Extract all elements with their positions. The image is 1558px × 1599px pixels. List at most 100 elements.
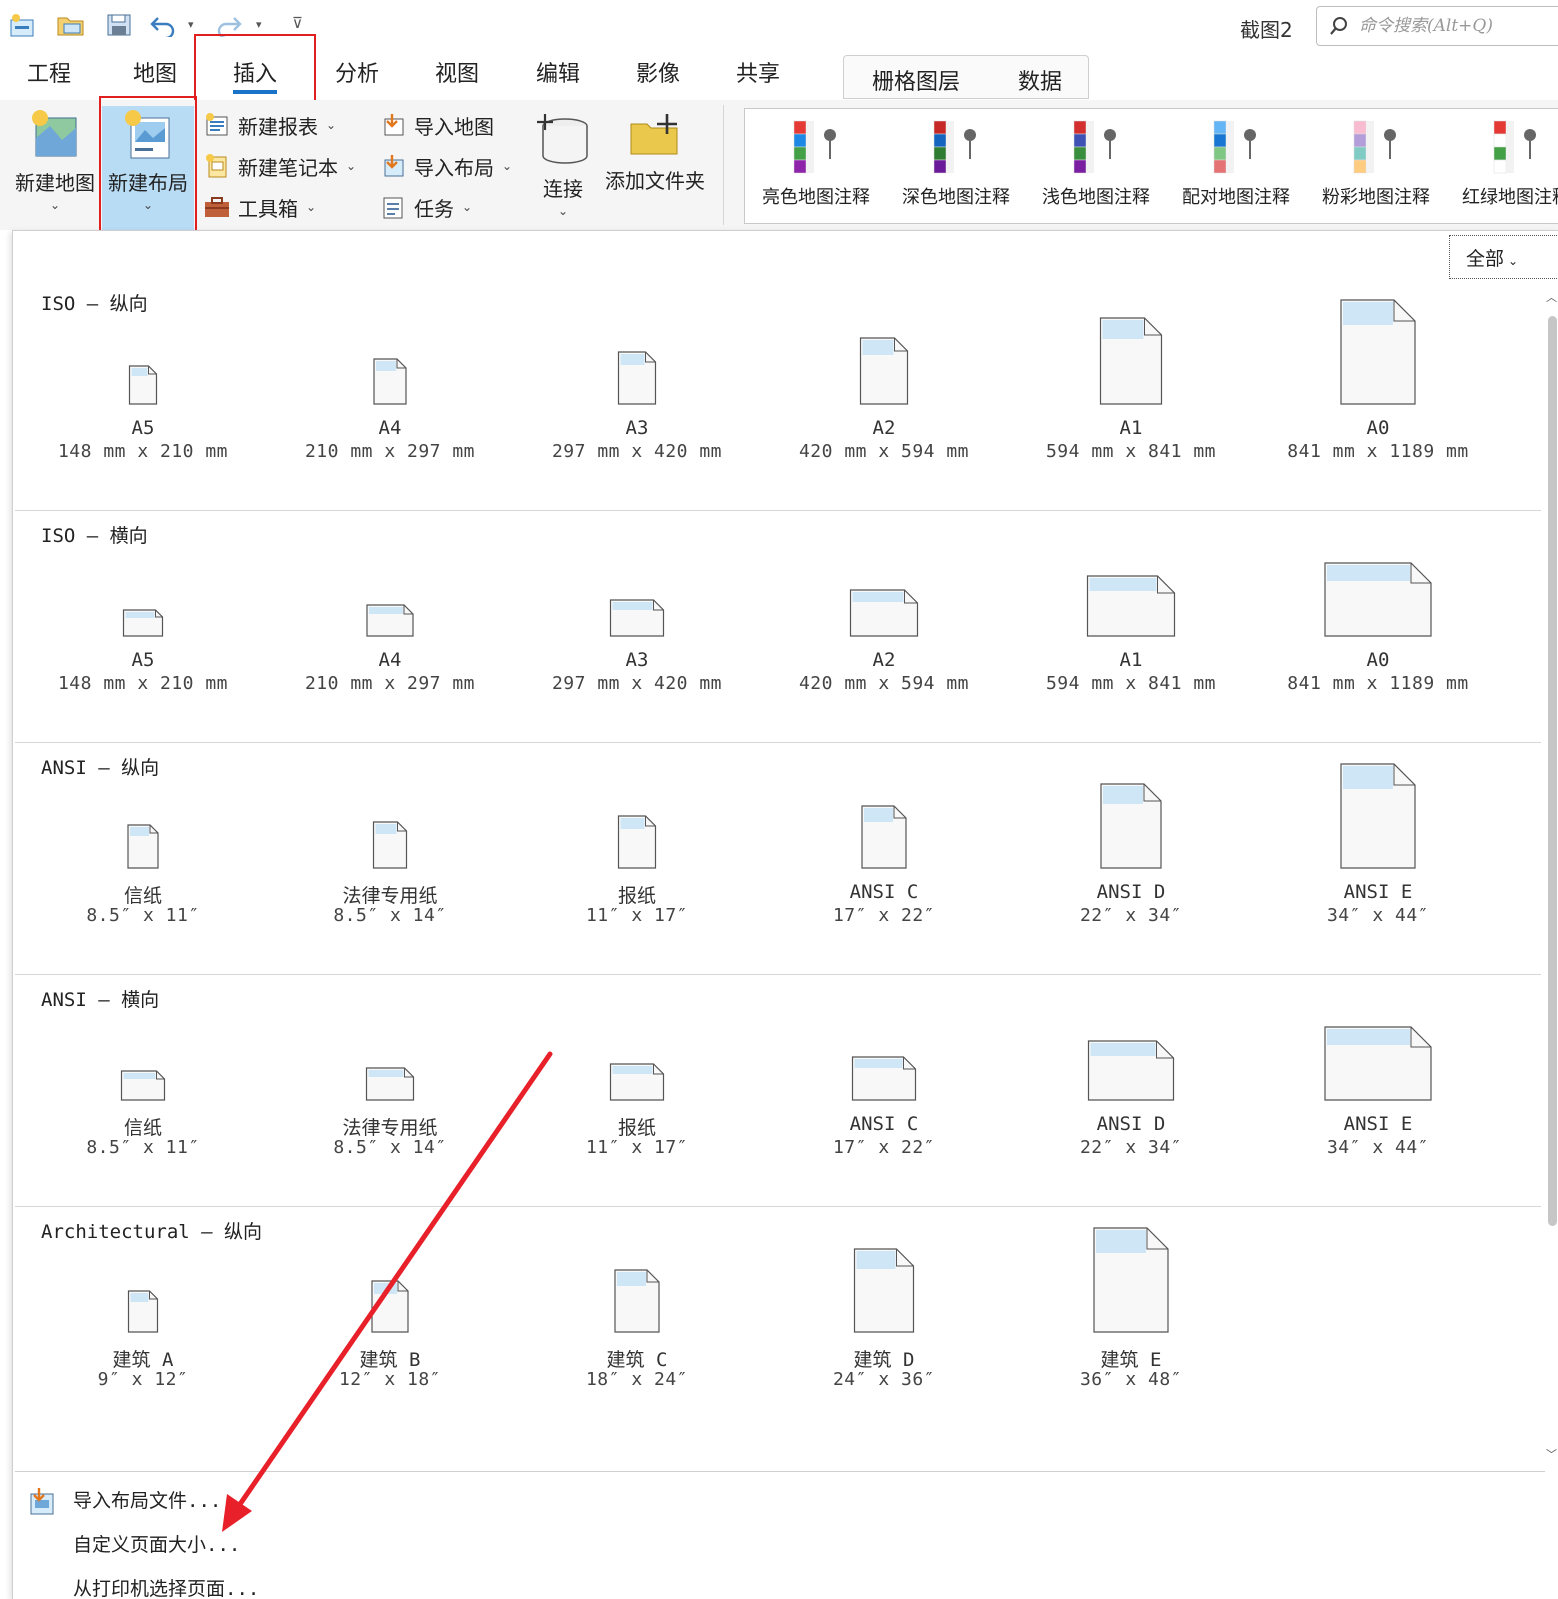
page-size-option[interactable]: 信纸 8.5″ x 11″	[23, 743, 263, 975]
connect-button[interactable]: 连接 ⌄	[532, 112, 594, 222]
page-size-option[interactable]: 法律专用纸 8.5″ x 14″	[270, 975, 510, 1207]
page-size-option[interactable]: ANSI C 17″ x 22″	[764, 975, 1004, 1207]
new-report-button[interactable]: 新建报表 ⌄	[202, 108, 336, 142]
task-label: 任务	[414, 196, 454, 221]
page-size-option[interactable]: 报纸 11″ x 17″	[517, 975, 757, 1207]
tab-map[interactable]: 地图	[133, 60, 177, 100]
page-size-name: A1	[1119, 417, 1143, 439]
page-thumbnail-icon	[366, 604, 414, 641]
tab-edit[interactable]: 编辑	[536, 60, 580, 100]
page-size-dimensions: 8.5″ x 14″	[333, 1137, 447, 1158]
page-size-name: 报纸	[617, 1117, 656, 1139]
command-search-box[interactable]	[1316, 6, 1558, 46]
pin-swatch-icon	[1206, 119, 1266, 175]
scroll-up-icon[interactable]: ︿	[1546, 289, 1557, 305]
page-size-option[interactable]: 报纸 11″ x 17″	[517, 743, 757, 975]
gallery-paired-map-notes[interactable]: 配对地图注释	[1171, 119, 1301, 209]
redo-dropdown-icon[interactable]: ▾	[256, 18, 262, 31]
category-filter-dropdown[interactable]: 全部 ⌄	[1449, 235, 1558, 279]
task-button[interactable]: 任务 ⌄	[378, 190, 472, 224]
page-size-option[interactable]: A2 420 mm x 594 mm	[764, 511, 1004, 743]
pin-swatch-icon	[1346, 119, 1406, 175]
panel-footer: 导入布局文件... 自定义页面大小... 从打印机选择页面...	[15, 1471, 1545, 1599]
page-size-option[interactable]: ANSI D 22″ x 34″	[1011, 743, 1251, 975]
gallery-red-green-map-notes[interactable]: 红绿地图注释	[1451, 119, 1558, 209]
page-size-option[interactable]: A3 297 mm x 420 mm	[517, 279, 757, 511]
chevron-down-icon: ⌄	[1508, 254, 1519, 268]
open-project-icon[interactable]	[56, 10, 86, 40]
import-layout-file-item[interactable]: 导入布局文件...	[73, 1486, 221, 1513]
add-folder-button[interactable]: 添加文件夹	[600, 110, 710, 200]
page-thumbnail-icon	[617, 815, 657, 873]
page-size-option[interactable]: ANSI E 34″ x 44″	[1258, 743, 1498, 975]
gallery-pastel-map-notes[interactable]: 粉彩地图注释	[1311, 119, 1441, 209]
gallery-dark-map-notes[interactable]: 深色地图注释	[891, 119, 1021, 209]
page-size-option[interactable]: 建筑 A 9″ x 12″	[23, 1207, 263, 1441]
custom-page-size-item[interactable]: 自定义页面大小...	[73, 1530, 240, 1557]
page-size-option[interactable]: 建筑 D 24″ x 36″	[764, 1207, 1004, 1441]
page-size-option[interactable]: 建筑 E 36″ x 48″	[1011, 1207, 1251, 1441]
page-size-option[interactable]: A0 841 mm x 1189 mm	[1258, 279, 1498, 511]
page-thumbnail-icon	[617, 351, 657, 409]
gallery-light-map-notes[interactable]: 浅色地图注释	[1031, 119, 1161, 209]
tab-imagery[interactable]: 影像	[636, 60, 680, 100]
new-report-icon	[202, 111, 232, 139]
page-section: ISO – 纵向 A5 148 mm x 210 mm A4 210 mm x 29…	[15, 279, 1541, 511]
toolbox-button[interactable]: 工具箱 ⌄	[202, 190, 316, 224]
page-size-dimensions: 24″ x 36″	[832, 1369, 936, 1390]
tab-share[interactable]: 共享	[736, 60, 780, 100]
tab-project[interactable]: 工程	[27, 60, 71, 100]
tab-analysis[interactable]: 分析	[335, 60, 379, 100]
tab-raster-layer[interactable]: 栅格图层	[872, 64, 960, 96]
page-size-option[interactable]: 法律专用纸 8.5″ x 14″	[270, 743, 510, 975]
tab-view[interactable]: 视图	[435, 60, 479, 100]
new-layout-button[interactable]: 新建布局 ⌄	[102, 106, 194, 230]
page-size-option[interactable]: A5 148 mm x 210 mm	[23, 279, 263, 511]
toolbox-dropdown-icon: ⌄	[306, 200, 317, 214]
page-size-dimensions: 297 mm x 420 mm	[551, 441, 723, 462]
scroll-down-icon[interactable]: ﹀	[1546, 1446, 1557, 1462]
page-size-option[interactable]: ANSI D 22″ x 34″	[1011, 975, 1251, 1207]
page-thumbnail-icon	[127, 824, 159, 873]
undo-icon[interactable]	[148, 10, 178, 40]
page-size-option[interactable]: 建筑 B 12″ x 18″	[270, 1207, 510, 1441]
context-tab-group: 栅格图层 数据	[843, 55, 1089, 99]
page-size-dimensions: 36″ x 48″	[1079, 1369, 1183, 1390]
gallery-bright-map-notes[interactable]: 亮色地图注释	[751, 119, 881, 209]
redo-icon[interactable]	[214, 10, 244, 40]
undo-dropdown-icon[interactable]: ▾	[188, 18, 194, 31]
import-layout-button[interactable]: 导入布局 ⌄	[378, 149, 512, 183]
tab-insert[interactable]: 插入	[233, 60, 278, 100]
tab-data[interactable]: 数据	[1018, 64, 1062, 96]
page-size-option[interactable]: A1 594 mm x 841 mm	[1011, 279, 1251, 511]
new-notebook-button[interactable]: 新建笔记本 ⌄	[202, 149, 356, 183]
page-size-option[interactable]: ANSI E 34″ x 44″	[1258, 975, 1498, 1207]
import-map-button[interactable]: 导入地图	[378, 108, 494, 142]
page-size-option[interactable]: A2 420 mm x 594 mm	[764, 279, 1004, 511]
page-size-option[interactable]: A0 841 mm x 1189 mm	[1258, 511, 1498, 743]
page-size-dimensions: 22″ x 34″	[1079, 1137, 1183, 1158]
page-size-option[interactable]: A5 148 mm x 210 mm	[23, 511, 263, 743]
select-page-from-printer-item[interactable]: 从打印机选择页面...	[73, 1574, 259, 1599]
new-notebook-icon	[202, 152, 232, 180]
new-map-button[interactable]: 新建地图 ⌄	[10, 108, 100, 220]
scrollbar-thumb[interactable]	[1548, 316, 1557, 1226]
page-size-dimensions: 210 mm x 297 mm	[304, 673, 476, 694]
page-size-option[interactable]: A4 210 mm x 297 mm	[270, 279, 510, 511]
page-size-name: ANSI D	[1096, 881, 1166, 903]
page-size-option[interactable]: ANSI C 17″ x 22″	[764, 743, 1004, 975]
page-thumbnail-icon	[371, 1280, 409, 1337]
customize-toolbar-icon[interactable]: ⊽	[292, 14, 303, 32]
page-size-option[interactable]: 建筑 C 18″ x 24″	[517, 1207, 757, 1441]
gallery-label: 红绿地图注释	[1462, 187, 1558, 208]
command-search-input[interactable]	[1359, 14, 1558, 38]
page-size-option[interactable]: 信纸 8.5″ x 11″	[23, 975, 263, 1207]
page-size-option[interactable]: A4 210 mm x 297 mm	[270, 511, 510, 743]
new-report-label: 新建报表	[238, 114, 318, 139]
new-project-icon[interactable]	[8, 10, 38, 40]
page-size-option[interactable]: A1 594 mm x 841 mm	[1011, 511, 1251, 743]
page-thumbnail-icon	[1340, 299, 1416, 409]
save-project-icon[interactable]	[104, 10, 134, 40]
gallery-label: 亮色地图注释	[762, 187, 870, 208]
page-size-option[interactable]: A3 297 mm x 420 mm	[517, 511, 757, 743]
